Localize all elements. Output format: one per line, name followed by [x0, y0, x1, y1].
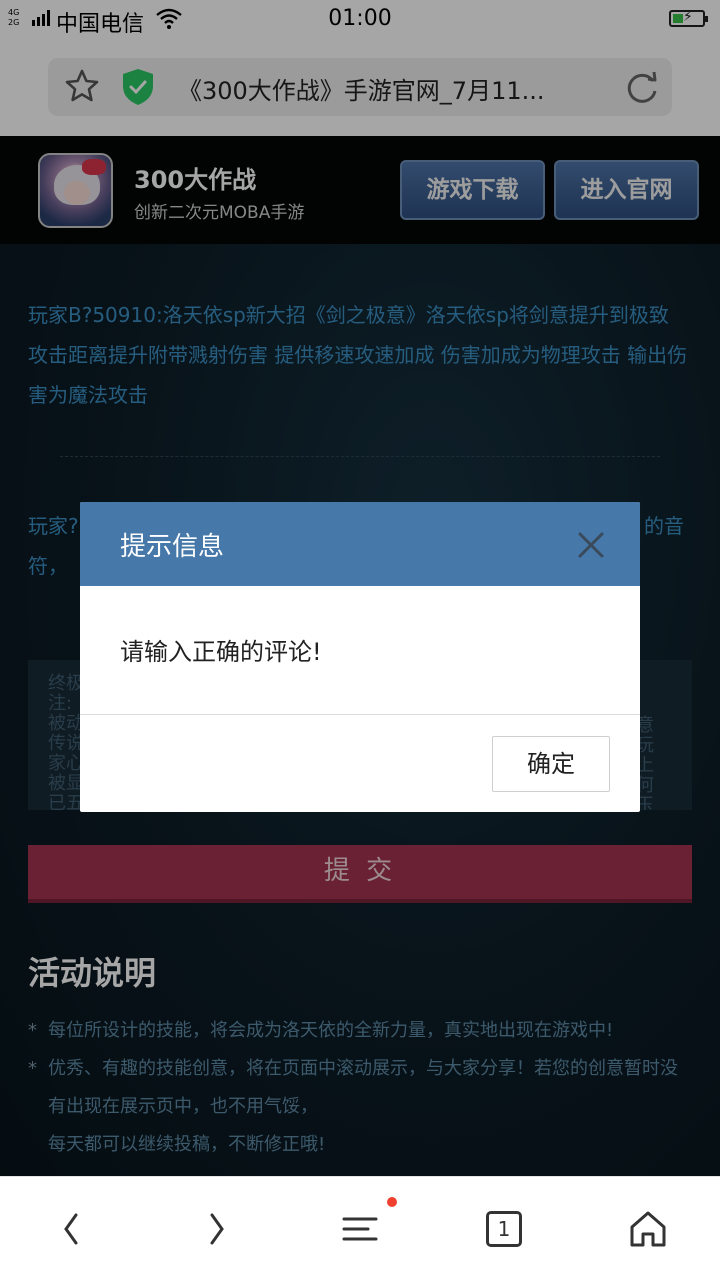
menu-icon[interactable] [338, 1207, 382, 1251]
notification-dot [387, 1197, 397, 1207]
alert-dialog: 提示信息 请输入正确的评论! 确定 [80, 502, 640, 812]
dialog-title: 提示信息 [120, 532, 225, 562]
forward-icon[interactable] [194, 1207, 238, 1251]
close-icon[interactable] [576, 530, 606, 560]
bottom-navigation: 1 [0, 1176, 720, 1280]
tabs-button[interactable]: 1 [482, 1207, 526, 1251]
tab-count: 1 [486, 1211, 522, 1247]
dialog-message: 请输入正确的评论! [120, 638, 322, 666]
confirm-button[interactable]: 确定 [492, 736, 610, 792]
back-icon[interactable] [50, 1207, 94, 1251]
home-icon[interactable] [626, 1207, 670, 1251]
dialog-header: 提示信息 [80, 502, 640, 586]
dialog-divider [80, 714, 640, 715]
